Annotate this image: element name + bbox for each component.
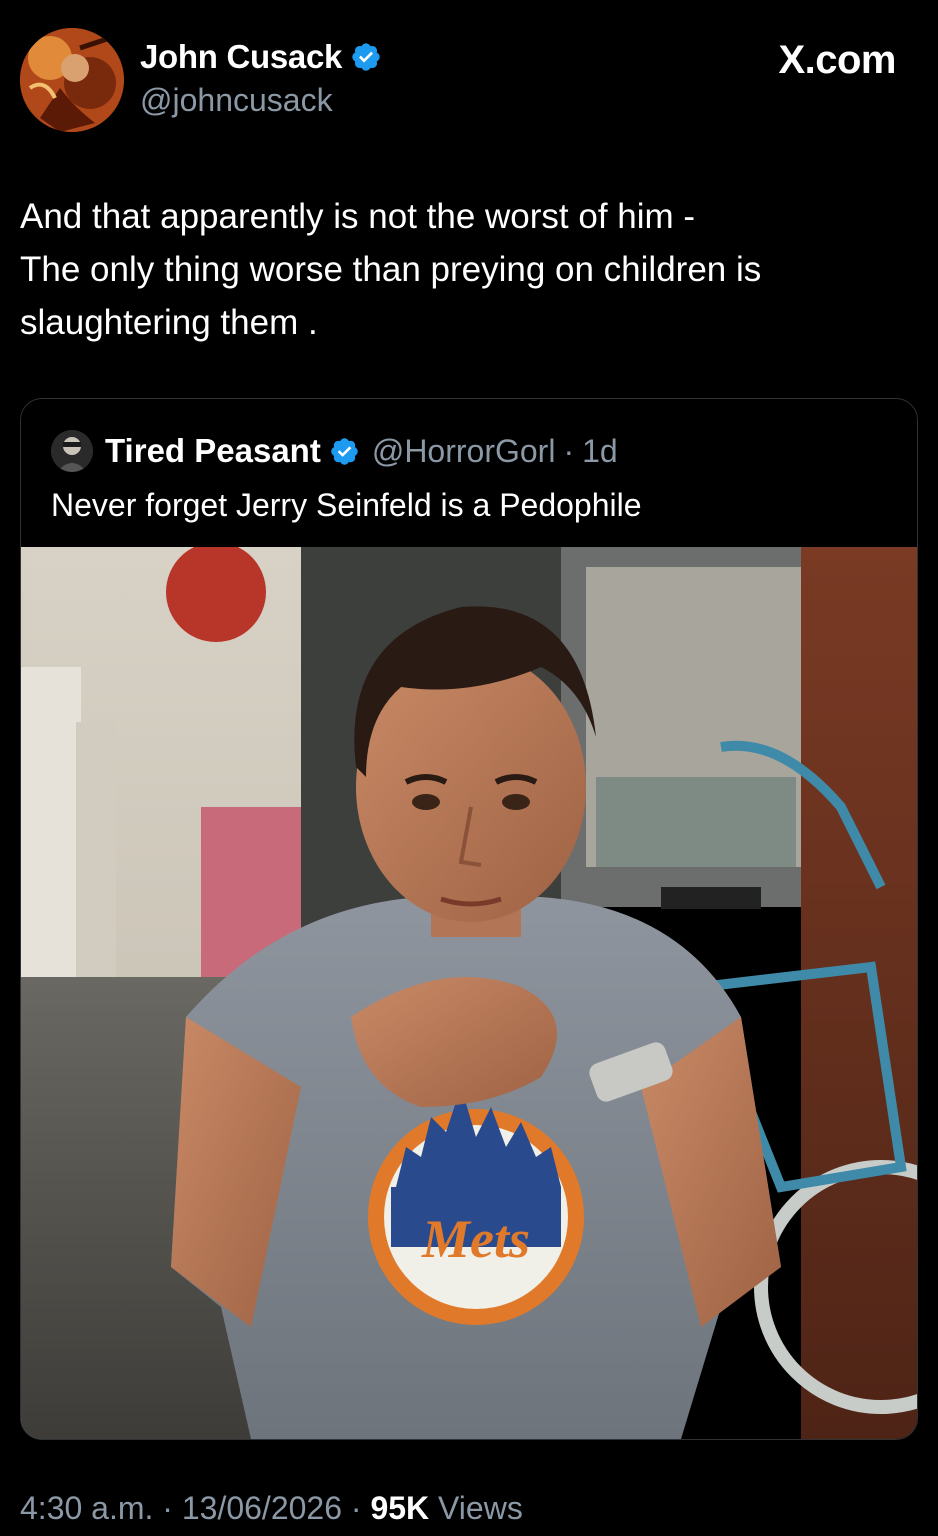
quoted-separator: · (563, 432, 575, 469)
author-display-name[interactable]: John Cusack (140, 38, 342, 76)
quoted-author-display-name: Tired Peasant (105, 432, 321, 469)
site-label: X.com (778, 38, 896, 82)
author-name-row: John Cusack (140, 38, 382, 76)
photo-image: Mets (21, 547, 917, 1439)
author-handle[interactable]: @johncusack (140, 82, 333, 119)
author-avatar[interactable] (20, 28, 124, 132)
tweet-date[interactable]: 13/06/2026 (182, 1490, 342, 1526)
tweet-header: John Cusack @johncusack X.com (20, 28, 918, 132)
views-label: Views (438, 1490, 523, 1526)
quoted-author-avatar (51, 430, 93, 472)
tweet-text: And that apparently is not the worst of … (20, 197, 762, 342)
avatar-image (20, 28, 124, 132)
quoted-verified-badge-icon (331, 437, 358, 465)
shirt-logo-text: Mets (421, 1209, 530, 1269)
quoted-tweet-card[interactable]: Tired Peasant @HorrorGorl · 1d Never for… (20, 398, 918, 1440)
quoted-tweet-header: Tired Peasant @HorrorGorl · 1d (51, 429, 618, 473)
tweet-metadata: 4:30 a.m. · 13/06/2026 · 95K Views (20, 1490, 523, 1527)
quoted-avatar-image (51, 430, 93, 472)
quoted-tweet-photo[interactable]: Mets (21, 547, 917, 1439)
quoted-tweet-text: Never forget Jerry Seinfeld is a Pedophi… (51, 487, 642, 523)
views-count[interactable]: 95K (370, 1490, 429, 1526)
tweet-time[interactable]: 4:30 a.m. (20, 1490, 153, 1526)
quoted-tweet-age: 1d (582, 432, 618, 469)
metadata-separator: · (162, 1490, 173, 1526)
verified-badge-icon (352, 43, 380, 71)
metadata-separator: · (350, 1490, 362, 1526)
quoted-author-handle: @HorrorGorl (371, 432, 556, 469)
